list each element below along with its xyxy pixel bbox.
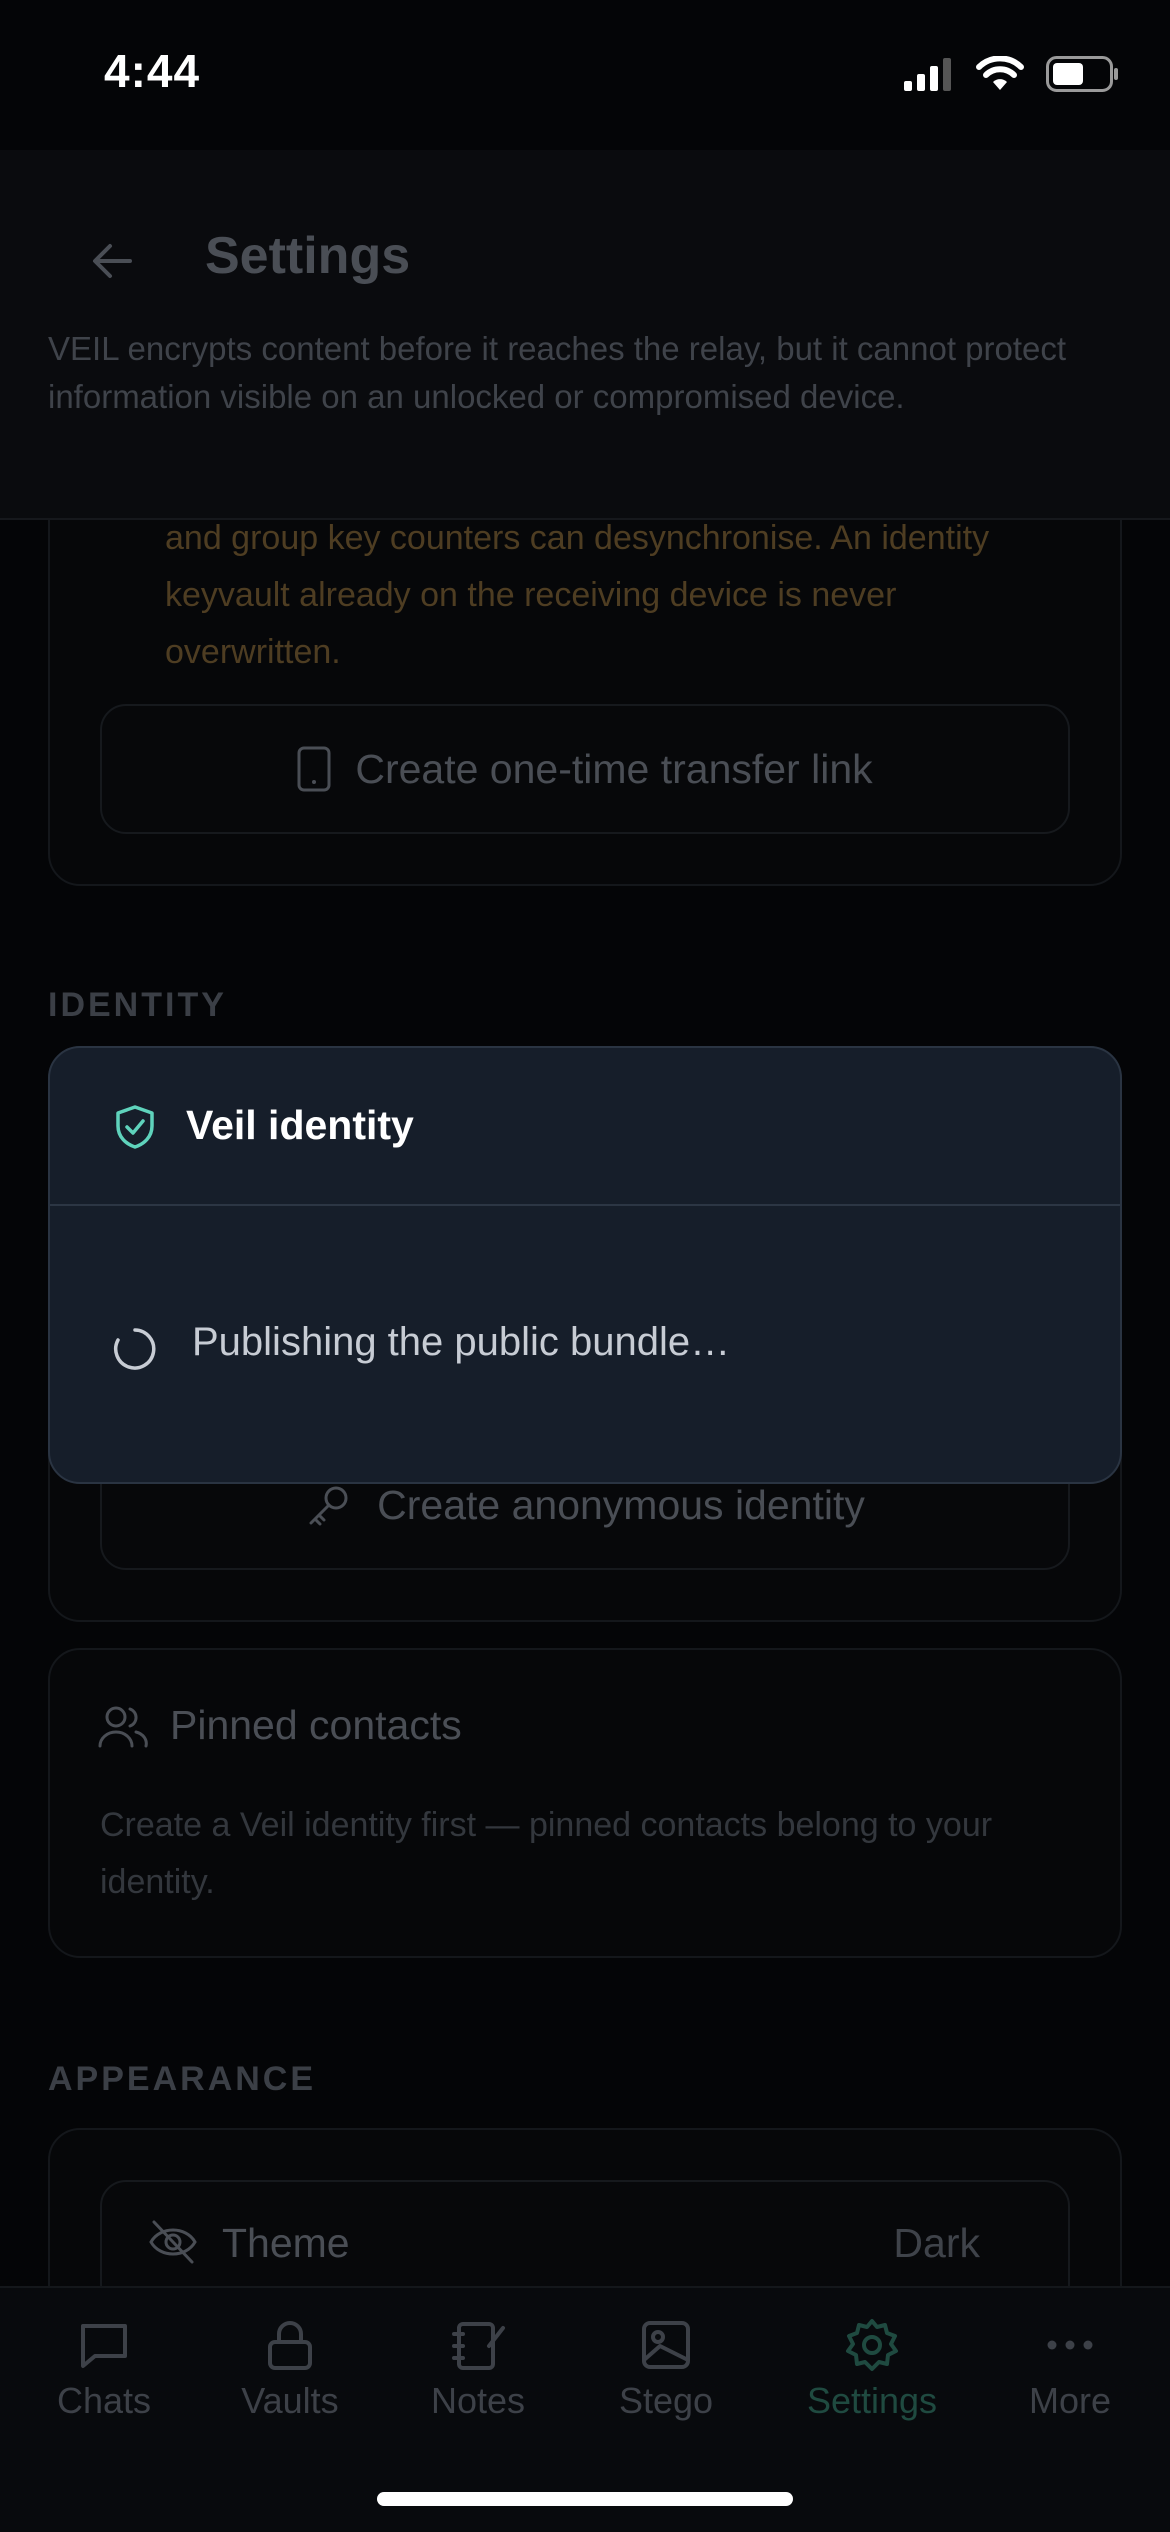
create-transfer-link-button[interactable]: Create one-time transfer link <box>100 704 1070 834</box>
tab-stego[interactable]: Stego <box>576 2316 756 2446</box>
key-icon <box>309 1486 348 1526</box>
shield-check-icon <box>116 1105 154 1149</box>
home-indicator[interactable] <box>377 2492 793 2506</box>
tab-more[interactable]: More <box>980 2316 1160 2446</box>
tab-chats-label: Chats <box>56 2380 152 2421</box>
tab-vaults-label: Vaults <box>241 2380 339 2421</box>
status-time: 4:44 <box>104 45 201 97</box>
theme-value: Dark <box>893 2220 980 2266</box>
tab-vaults[interactable]: Vaults <box>200 2316 380 2446</box>
header-description: VEIL encrypts content before it reaches … <box>48 330 1067 415</box>
gear-icon <box>846 2319 898 2371</box>
notebook-icon <box>452 2322 505 2370</box>
appearance-section-label: APPEARANCE <box>48 2060 317 2098</box>
image-icon <box>642 2321 690 2369</box>
tab-notes[interactable]: Notes <box>388 2316 568 2446</box>
wifi-icon <box>976 56 1024 90</box>
create-anonymous-identity-label: Create anonymous identity <box>377 1481 865 1528</box>
tab-more-label: More <box>1028 2380 1112 2421</box>
tab-stego-label: Stego <box>618 2380 714 2421</box>
battery-icon <box>1046 56 1118 92</box>
phone-icon <box>297 746 331 792</box>
tab-notes-label: Notes <box>430 2380 526 2421</box>
pinned-contacts-title: Pinned contacts <box>170 1702 462 1748</box>
back-arrow-icon[interactable] <box>78 226 148 296</box>
loading-spinner-icon <box>114 1328 156 1370</box>
status-bar: 4:44 <box>0 0 1170 150</box>
identity-section-label: IDENTITY <box>48 986 227 1024</box>
tab-bar: Chats Vaults Notes Stego Settings More <box>0 2286 1170 2532</box>
more-icon <box>1047 2340 1093 2350</box>
status-icons <box>904 52 1120 96</box>
users-icon <box>98 1706 148 1748</box>
lock-icon <box>268 2321 312 2370</box>
dialog-title: Veil identity <box>186 1102 414 1148</box>
page-title: Settings <box>205 227 411 285</box>
chat-icon <box>81 2324 127 2368</box>
create-transfer-link-label: Create one-time transfer link <box>355 745 873 792</box>
settings-header: Settings VEIL encrypts content before it… <box>0 150 1170 520</box>
transfer-warning-text: and group key counters can desynchronise… <box>165 519 990 671</box>
pinned-contacts-description: Create a Veil identity first — pinned co… <box>100 1806 993 1901</box>
identity-progress-dialog: Veil identity Publishing the public bund… <box>48 1046 1122 1484</box>
tab-settings-label: Settings <box>806 2380 938 2421</box>
tab-settings[interactable]: Settings <box>782 2316 962 2446</box>
tab-chats[interactable]: Chats <box>14 2316 194 2446</box>
dialog-header: Veil identity <box>50 1048 1120 1206</box>
eye-off-icon <box>149 2220 197 2264</box>
signal-icon <box>904 58 951 91</box>
theme-label: Theme <box>222 2220 350 2266</box>
dialog-message: Publishing the public bundle… <box>192 1320 731 1364</box>
